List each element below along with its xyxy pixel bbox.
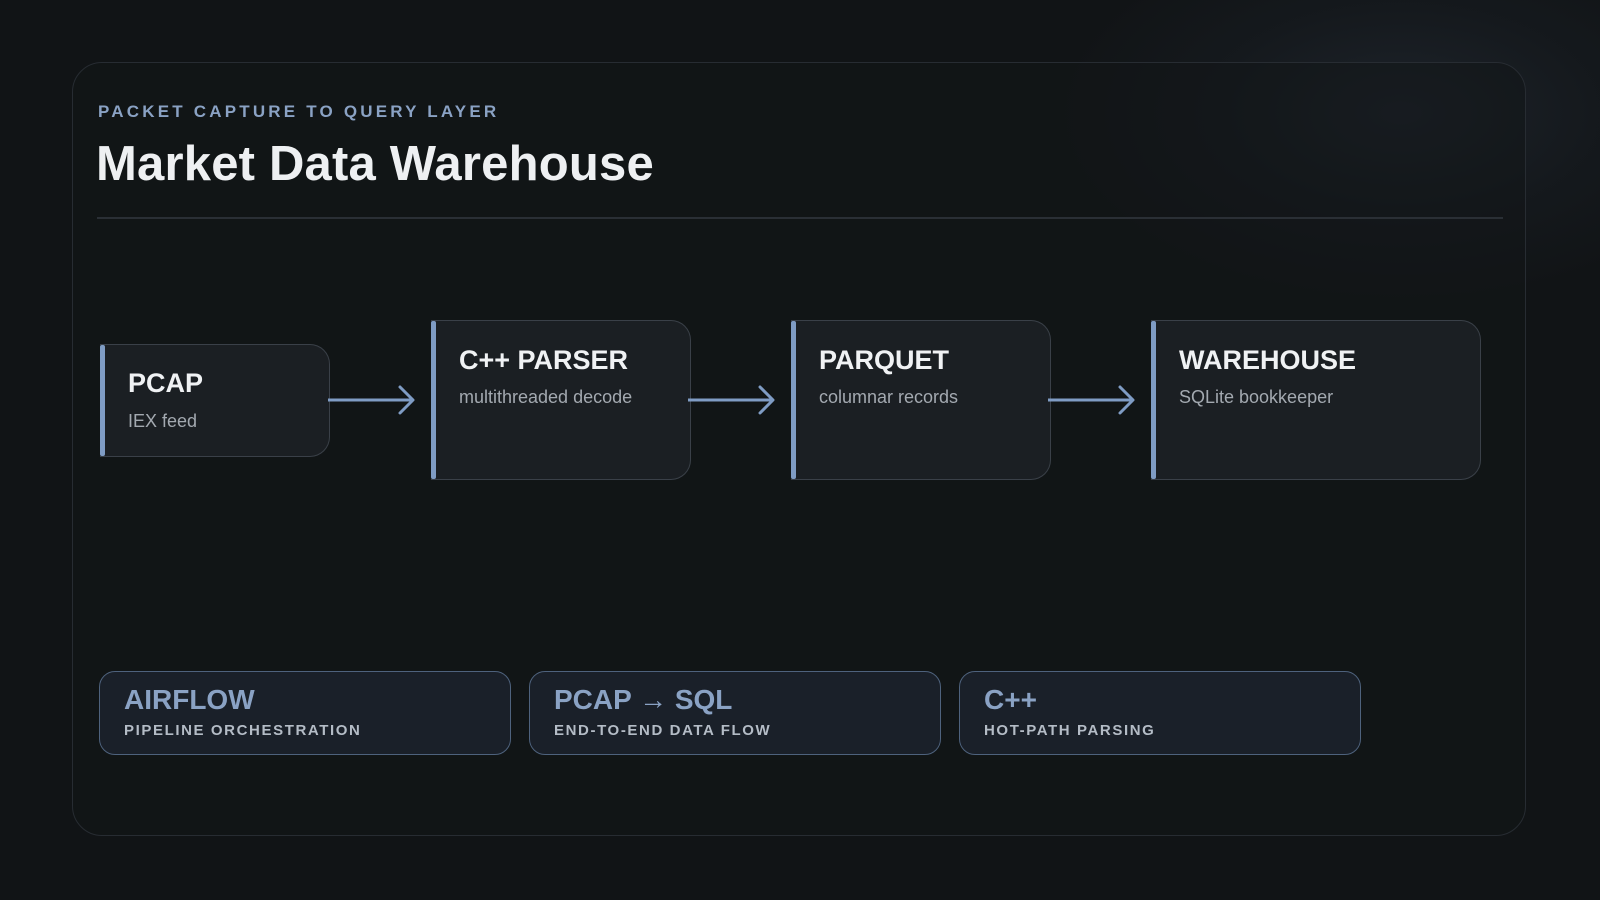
node-cpp-parser: C++ PARSER multithreaded decode <box>431 320 691 480</box>
arrow-pcap-to-parser <box>328 385 415 415</box>
node-pcap: PCAP IEX feed <box>100 344 330 457</box>
eyebrow-label: PACKET CAPTURE TO QUERY LAYER <box>98 102 500 121</box>
node-warehouse: WAREHOUSE SQLite bookkeeper <box>1151 320 1481 480</box>
node-accent-bar <box>100 345 105 456</box>
node-title: WAREHOUSE <box>1179 345 1357 375</box>
tag-cpp: C++ HOT-PATH PARSING <box>959 671 1361 755</box>
node-subtitle: columnar records <box>819 387 959 407</box>
node-subtitle: multithreaded decode <box>459 387 633 407</box>
tag-title: PCAP → SQL <box>554 684 733 715</box>
arrow-parser-to-parquet <box>688 385 775 415</box>
arrow-parquet-to-warehouse <box>1048 385 1135 415</box>
node-title: C++ PARSER <box>459 345 629 375</box>
tag-subtitle: END-TO-END DATA FLOW <box>554 722 772 739</box>
tag-subtitle: PIPELINE ORCHESTRATION <box>124 722 362 739</box>
page-title: Market Data Warehouse <box>96 137 654 191</box>
node-accent-bar <box>431 321 436 479</box>
node-subtitle: IEX feed <box>128 411 198 431</box>
tag-pcap-sql: PCAP → SQL END-TO-END DATA FLOW <box>529 671 941 755</box>
divider <box>97 217 1503 219</box>
node-subtitle: SQLite bookkeeper <box>1179 387 1334 407</box>
node-title: PCAP <box>128 368 204 398</box>
node-accent-bar <box>791 321 796 479</box>
node-accent-bar <box>1151 321 1156 479</box>
node-title: PARQUET <box>819 345 950 375</box>
tag-subtitle: HOT-PATH PARSING <box>984 722 1156 739</box>
node-parquet: PARQUET columnar records <box>791 320 1051 480</box>
tag-airflow: AIRFLOW PIPELINE ORCHESTRATION <box>99 671 511 755</box>
tag-title: C++ <box>984 684 1037 715</box>
tag-title: AIRFLOW <box>124 684 255 715</box>
